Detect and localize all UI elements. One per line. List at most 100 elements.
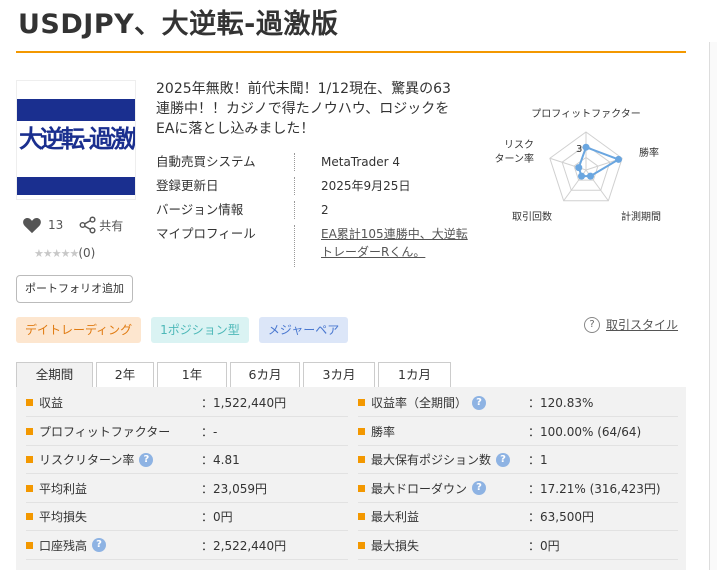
bullet-icon	[358, 541, 365, 549]
stat-label: プロフィットファクター	[39, 424, 171, 439]
info-label: マイプロフィール	[156, 226, 256, 241]
stat-label: 平均損失	[39, 510, 88, 524]
tab-1y[interactable]: 1年	[157, 362, 227, 387]
radar-point	[575, 164, 583, 172]
help-icon[interactable]: ?	[92, 538, 107, 552]
stat-label-group: 平均損失	[26, 508, 87, 525]
add-portfolio-button[interactable]: ポートフォリオ追加	[16, 275, 133, 303]
bullet-icon	[26, 427, 33, 435]
stat-label: 最大ドローダウン	[371, 481, 468, 496]
info-value: EA累計105連勝中、大逆転トレーダーRくん。	[294, 225, 470, 267]
stat-row: プロフィットファクター ：-	[26, 418, 348, 446]
info-row-profile: マイプロフィール EA累計105連勝中、大逆転トレーダーRくん。	[156, 225, 470, 267]
trade-style-label[interactable]: 取引スタイル	[606, 316, 678, 333]
tab-6m[interactable]: 6カ月	[230, 362, 300, 387]
stat-label-group: 収益率（全期間）?	[358, 394, 487, 411]
stat-label-group: リスクリターン率?	[26, 451, 154, 468]
tab-1m[interactable]: 1カ月	[378, 362, 451, 387]
stat-value: ：1,522,440円	[201, 396, 287, 410]
info-label: 登録更新日	[156, 178, 219, 193]
info-table: 自動売買システム MetaTrader 4 登録更新日 2025年9月25日 バ…	[156, 153, 470, 267]
stat-label: 最大損失	[371, 538, 420, 553]
stat-label-group: 口座残高?	[26, 537, 107, 554]
stat-value: ：63,500円	[528, 510, 594, 524]
radar-point	[586, 172, 594, 180]
tab-all-period[interactable]: 全期間	[16, 362, 93, 387]
radar-axis-label: 取引回数	[512, 210, 552, 223]
bullet-icon	[358, 456, 365, 463]
tag-daytrading[interactable]: デイトレーディング	[16, 317, 142, 343]
radar-point	[578, 172, 586, 180]
stat-label: 最大保有ポジション数	[371, 453, 492, 467]
stat-row: 最大ドローダウン? ：17.21% (316,423円)	[358, 475, 678, 503]
stat-value: ：120.83%	[528, 396, 594, 410]
logo-text: 大逆転-過激版	[19, 124, 135, 153]
stat-label: 平均利益	[39, 481, 88, 496]
rating-count: (0)	[78, 246, 96, 260]
stat-label-group: 最大保有ポジション数?	[358, 451, 511, 468]
bullet-icon	[26, 484, 33, 492]
help-icon[interactable]: ?	[139, 452, 154, 467]
help-icon[interactable]: ?	[472, 395, 487, 410]
info-value: 2025年9月25日	[294, 177, 470, 195]
radar-axis-label: ターン率	[495, 152, 535, 165]
radar-chart: 3 プロフィットファクター勝率計測期間 取引回数 リスクターン率	[495, 108, 662, 223]
logo-band-top	[17, 99, 135, 121]
help-icon[interactable]: ?	[472, 481, 487, 495]
stat-value: ：0円	[528, 538, 560, 553]
share-icon[interactable]	[79, 216, 97, 234]
bullet-icon	[26, 541, 33, 549]
radar-scale-label: 3	[576, 144, 582, 155]
rating: ★★★★★(0)	[34, 246, 95, 260]
stat-label: 収益	[39, 396, 64, 410]
trade-style-link[interactable]: ? 取引スタイル	[584, 316, 678, 333]
stat-value: ：17.21% (316,423円)	[528, 481, 661, 496]
product-description: 2025年無敗！前代未聞！1/12現在、驚異の63連勝中！！カジノで得たノウハウ…	[156, 81, 451, 137]
bullet-icon	[358, 513, 365, 520]
stat-row: 収益率（全期間）? ：120.83%	[358, 389, 678, 417]
tag-list: デイトレーディング 1ポジション型 メジャーペア	[16, 317, 358, 343]
stat-row: 収益 ：1,522,440円	[26, 389, 348, 417]
stat-row: 勝率 ：100.00% (64/64)	[358, 418, 678, 446]
stat-value: ：4.81	[201, 453, 240, 467]
radar-axis-label: リスク	[504, 139, 534, 151]
info-value: 2	[294, 201, 470, 219]
stat-label-group: 最大ドローダウン?	[358, 480, 487, 497]
tag-single-position[interactable]: 1ポジション型	[151, 317, 249, 343]
stat-label: 最大利益	[371, 510, 420, 524]
help-icon[interactable]: ?	[496, 452, 511, 467]
stat-row: リスクリターン率? ：4.81	[26, 446, 348, 474]
stat-value: ：23,059円	[201, 481, 267, 496]
bullet-icon	[26, 456, 33, 463]
stats-panel: 収益 ：1,522,440円プロフィットファクター ：- リスクリターン率? ：4.81…	[16, 387, 686, 570]
radar-point	[582, 143, 590, 151]
like-count: 13	[48, 218, 64, 232]
stat-label: 口座残高	[39, 538, 88, 553]
page-title: USDJPY、大逆転-過激版	[18, 9, 339, 40]
bullet-icon	[358, 484, 365, 492]
tag-major-pair[interactable]: メジャーペア	[258, 317, 349, 343]
stat-row: 最大損失 ：0円	[358, 532, 678, 560]
heart-icon[interactable]	[22, 216, 42, 234]
rating-stars: ★★★★★	[34, 247, 79, 260]
profile-link[interactable]: EA累計105連勝中、大逆転トレーダーRくん。	[321, 225, 470, 261]
product-logo: 大逆転-過激版	[16, 80, 136, 200]
bullet-icon	[26, 513, 33, 520]
stat-value: ：1	[528, 453, 548, 467]
info-row-updated: 登録更新日 2025年9月25日	[156, 177, 470, 201]
stat-value: ：0円	[201, 510, 233, 524]
question-icon: ?	[584, 316, 600, 333]
title-divider	[16, 51, 686, 53]
bullet-icon	[358, 399, 365, 406]
tab-2y[interactable]: 2年	[96, 362, 154, 387]
social-row: 13 共有	[22, 216, 123, 234]
scrollbar[interactable]	[709, 42, 717, 570]
logo-band-bottom	[17, 177, 135, 195]
tab-3m[interactable]: 3カ月	[303, 362, 375, 387]
share-label[interactable]: 共有	[99, 217, 123, 234]
stat-row: 口座残高? ：2,522,440円	[26, 532, 348, 560]
stat-value: ：-	[201, 424, 218, 439]
radar-point	[615, 155, 623, 163]
stat-label-group: 最大損失	[358, 537, 419, 554]
info-row-system: 自動売買システム MetaTrader 4	[156, 153, 470, 177]
